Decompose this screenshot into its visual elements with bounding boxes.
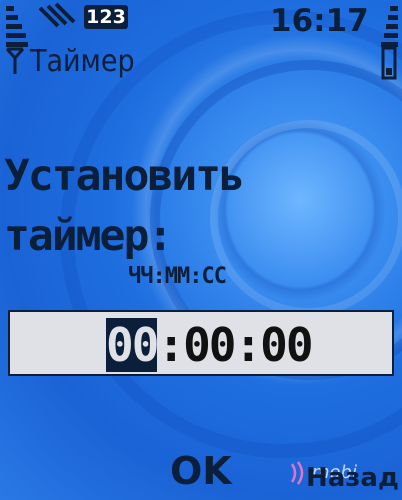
ok-softkey[interactable]: OK <box>170 448 232 494</box>
back-softkey[interactable]: Назад <box>306 462 399 494</box>
message-icon <box>38 2 76 28</box>
time-format-hint: ЧЧ:ММ:СС <box>128 264 227 289</box>
battery-icon <box>381 44 397 80</box>
timer-time-input[interactable]: 00:00:00 <box>8 310 394 376</box>
prompt-line-1: Установить <box>4 151 245 201</box>
input-mode-badge: 123 <box>84 5 128 29</box>
prompt-line-2: таймер: <box>4 211 173 261</box>
phone-screen: 123 16:17 Таймер Установить таймер: ЧЧ:М… <box>0 0 402 500</box>
page-title: Таймер <box>30 44 135 79</box>
time-value: 00:00:00 <box>106 318 314 372</box>
minutes-seconds-segment[interactable]: :00:00 <box>157 318 313 372</box>
set-timer-prompt: Установить таймер: <box>4 146 394 266</box>
antenna-icon <box>5 47 25 74</box>
clock-time: 16:17 <box>270 3 369 39</box>
hours-segment-selected[interactable]: 00 <box>106 318 159 372</box>
signal-strength-icon <box>6 6 28 47</box>
battery-level-icon <box>381 6 398 47</box>
